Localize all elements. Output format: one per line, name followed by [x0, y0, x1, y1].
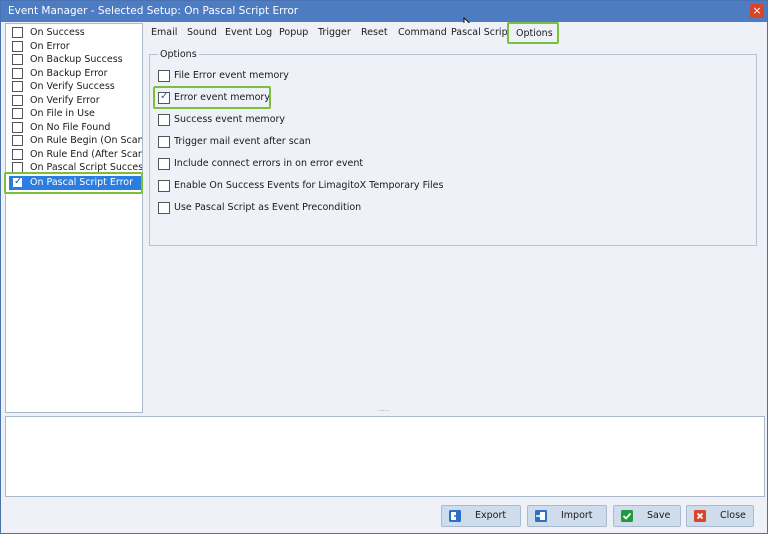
tab-email[interactable]: Email — [151, 27, 177, 38]
export-label: Export — [475, 510, 507, 521]
tab-trigger[interactable]: Trigger — [318, 27, 351, 38]
checkbox[interactable] — [12, 54, 23, 65]
save-check-icon — [621, 510, 633, 522]
window-title: Event Manager - Selected Setup: On Pasca… — [8, 5, 299, 17]
event-list[interactable]: On Success On Error On Backup Success On… — [5, 23, 143, 413]
tab-strip: Email Sound Event Log Popup Trigger Rese… — [145, 22, 765, 44]
list-item-on-rule-begin[interactable]: On Rule Begin (On Scan) — [6, 134, 142, 148]
checkbox[interactable] — [158, 70, 170, 82]
export-button[interactable]: Export — [441, 505, 521, 527]
checkbox[interactable] — [12, 121, 23, 133]
checkbox[interactable] — [12, 148, 23, 160]
close-button[interactable]: Close — [686, 505, 754, 527]
option-label: File Error event memory — [174, 70, 289, 81]
checkbox[interactable] — [158, 158, 170, 170]
list-item-label: On No File Found — [30, 121, 111, 133]
option-label: Include connect errors in on error event — [174, 158, 364, 169]
close-x-icon — [694, 510, 706, 522]
options-group: Options File Error event memory ✓ Error … — [149, 49, 757, 246]
tab-pascal-script[interactable]: Pascal Script — [451, 27, 511, 38]
checkbox[interactable] — [12, 94, 23, 106]
checkbox[interactable] — [12, 81, 23, 92]
list-item-on-no-file-found[interactable]: On No File Found — [6, 121, 142, 135]
checkbox[interactable] — [12, 108, 23, 119]
checkbox[interactable] — [12, 67, 23, 79]
list-item-on-error[interactable]: On Error — [6, 40, 142, 54]
options-group-title: Options — [158, 49, 199, 60]
option-label: Trigger mail event after scan — [174, 136, 311, 147]
checkbox[interactable] — [158, 114, 170, 126]
checkbox[interactable] — [158, 136, 170, 148]
tab-options[interactable]: Options — [507, 22, 559, 44]
import-button[interactable]: Import — [527, 505, 607, 527]
list-item-label: On Verify Success — [30, 81, 115, 92]
checkbox[interactable] — [158, 180, 170, 192]
close-window-icon[interactable]: × — [750, 4, 764, 18]
tab-event-log[interactable]: Event Log — [225, 27, 272, 38]
list-item-label: On Success — [30, 27, 85, 38]
highlight-frame — [153, 86, 271, 109]
list-item-label: On Rule Begin (On Scan) — [30, 135, 143, 146]
list-item-on-backup-success[interactable]: On Backup Success — [6, 53, 142, 67]
event-settings-panel: Email Sound Event Log Popup Trigger Rese… — [145, 22, 765, 413]
list-item-label: On Error — [30, 40, 70, 52]
list-item-on-file-in-use[interactable]: On File in Use — [6, 107, 142, 121]
export-icon — [449, 510, 461, 522]
list-item-label: On Verify Error — [30, 94, 100, 106]
list-item-label: On File in Use — [30, 108, 95, 119]
event-manager-window: Event Manager - Selected Setup: On Pasca… — [0, 0, 768, 534]
splitter-grip: ..... — [378, 405, 390, 413]
checkbox[interactable] — [12, 40, 23, 52]
import-label: Import — [561, 510, 593, 521]
checkbox[interactable] — [158, 202, 170, 214]
option-label: Success event memory — [174, 114, 286, 125]
list-item-on-backup-error[interactable]: On Backup Error — [6, 67, 142, 81]
list-item-on-success[interactable]: On Success — [6, 26, 142, 40]
highlight-frame — [4, 172, 143, 194]
description-memo[interactable] — [5, 416, 765, 497]
list-item-on-verify-error[interactable]: On Verify Error — [6, 94, 142, 108]
tab-reset[interactable]: Reset — [361, 27, 388, 38]
title-bar: Event Manager - Selected Setup: On Pasca… — [1, 1, 767, 22]
list-item-on-verify-success[interactable]: On Verify Success — [6, 80, 142, 94]
save-button[interactable]: Save — [613, 505, 681, 527]
list-item-label: On Backup Success — [30, 54, 123, 65]
tab-popup[interactable]: Popup — [279, 27, 308, 38]
option-label: Enable On Success Events for LimagitoX T… — [174, 180, 444, 191]
list-item-label: On Rule End (After Scan) — [30, 148, 143, 160]
option-label: Use Pascal Script as Event Precondition — [174, 202, 362, 213]
tab-sound[interactable]: Sound — [187, 27, 217, 38]
list-item-label: On Backup Error — [30, 67, 108, 79]
close-label: Close — [720, 510, 746, 521]
tab-options-label: Options — [516, 28, 553, 39]
tab-command[interactable]: Command — [398, 27, 447, 38]
checkbox[interactable] — [12, 135, 23, 146]
list-item-on-rule-end[interactable]: On Rule End (After Scan) — [6, 148, 142, 162]
save-label: Save — [647, 510, 671, 521]
button-bar: Export Import Save Close — [1, 498, 767, 534]
checkbox[interactable] — [12, 27, 23, 38]
import-icon — [535, 510, 547, 522]
